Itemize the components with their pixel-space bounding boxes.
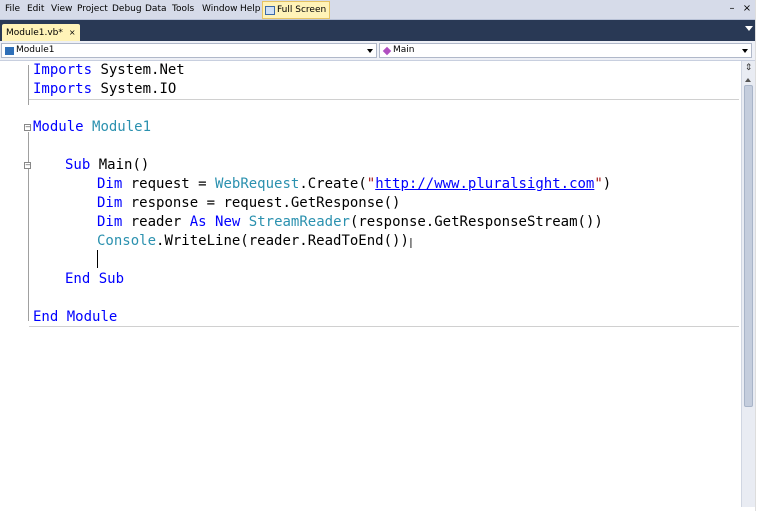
keyword: Sub xyxy=(65,157,91,173)
code-line-10: Console.WriteLine(reader.ReadToEnd()) xyxy=(97,232,409,251)
menu-project[interactable]: Project xyxy=(77,0,108,19)
text-caret xyxy=(97,250,98,268)
keyword: Sub xyxy=(98,271,125,287)
menu-bar: File Edit View Project Debug Data Tools … xyxy=(0,0,761,20)
separator-line xyxy=(29,99,739,100)
menu-data[interactable]: Data xyxy=(145,0,167,19)
keyword: Dim xyxy=(97,195,123,211)
indicator-margin xyxy=(0,61,22,507)
full-screen-label: Full Screen xyxy=(277,5,327,15)
code-line-4: Module Module1 xyxy=(33,118,151,137)
keyword: End xyxy=(65,271,91,287)
code-text: ) xyxy=(602,176,612,192)
document-tab-strip: Module1.vb* × xyxy=(0,20,761,41)
collapse-module-icon[interactable]: − xyxy=(24,124,31,131)
menu-edit[interactable]: Edit xyxy=(27,0,44,19)
navigation-bar: Module1 Main xyxy=(0,41,761,61)
chevron-down-icon xyxy=(367,49,373,53)
code-text: reader xyxy=(130,214,190,230)
url-link[interactable]: http://www.pluralsight.com xyxy=(375,176,594,192)
minimize-button[interactable]: – xyxy=(726,3,738,15)
code-text: System.Net xyxy=(100,62,185,78)
menu-help[interactable]: Help xyxy=(240,0,261,19)
code-text: System.IO xyxy=(100,81,177,97)
code-line-12: End Sub xyxy=(65,270,124,289)
scroll-up-icon[interactable] xyxy=(745,78,751,82)
vertical-scrollbar[interactable]: ⇕ xyxy=(741,61,755,507)
code-line-1: Imports System.Net xyxy=(33,61,185,80)
code-line-8: Dim response = request.GetResponse() xyxy=(97,194,400,213)
menu-tools[interactable]: Tools xyxy=(172,0,194,19)
module-icon xyxy=(5,46,14,55)
code-text: (response.GetResponseStream()) xyxy=(349,214,603,230)
keyword: Dim xyxy=(97,214,123,230)
type-name: Module1 xyxy=(92,119,152,135)
separator-line xyxy=(29,326,739,327)
code-text: .Create( xyxy=(299,176,367,192)
keyword: Imports xyxy=(33,62,93,78)
keyword: End xyxy=(33,309,59,325)
tab-close-icon[interactable]: × xyxy=(69,28,76,37)
method-icon xyxy=(382,46,392,55)
code-line-2: Imports System.IO xyxy=(33,80,176,99)
code-text: .WriteLine(reader.ReadToEnd()) xyxy=(156,233,409,249)
menu-view[interactable]: View xyxy=(51,0,72,19)
code-text: response = request.GetResponse() xyxy=(130,195,401,211)
menu-debug[interactable]: Debug xyxy=(112,0,142,19)
keyword: As xyxy=(189,214,207,230)
code-text: request = xyxy=(130,176,216,192)
tab-module1[interactable]: Module1.vb* × xyxy=(2,24,80,41)
code-line-6: Sub Main() xyxy=(65,156,149,175)
class-dropdown-value: Module1 xyxy=(16,45,55,55)
type-name: StreamReader xyxy=(248,214,350,230)
scrollbar-thumb[interactable] xyxy=(744,85,753,407)
close-window-button[interactable]: × xyxy=(741,3,753,15)
ibeam-cursor-icon: I xyxy=(409,237,413,252)
string-quote: " xyxy=(366,176,376,192)
member-dropdown[interactable]: Main xyxy=(379,43,752,58)
keyword: Dim xyxy=(97,176,123,192)
code-text: Main() xyxy=(98,157,150,173)
code-line-9: Dim reader As New StreamReader(response.… xyxy=(97,213,603,232)
full-screen-icon xyxy=(265,5,275,15)
keyword: Module xyxy=(66,309,118,325)
code-line-7: Dim request = WebRequest.Create("http://… xyxy=(97,175,611,194)
string-quote: " xyxy=(594,176,603,192)
full-screen-button[interactable]: Full Screen xyxy=(262,1,331,19)
type-name: WebRequest xyxy=(215,176,300,192)
class-dropdown[interactable]: Module1 xyxy=(1,43,377,58)
keyword: Imports xyxy=(33,81,93,97)
keyword: New xyxy=(215,214,241,230)
member-dropdown-value: Main xyxy=(393,45,415,55)
collapse-sub-icon[interactable]: − xyxy=(24,162,31,169)
menu-window[interactable]: Window xyxy=(202,0,238,19)
chevron-down-icon xyxy=(742,49,748,53)
tab-list-dropdown-icon[interactable] xyxy=(745,26,753,31)
menu-file[interactable]: File xyxy=(5,0,20,19)
window-edge xyxy=(755,0,761,511)
code-editor[interactable]: − − Imports System.Net Imports System.IO… xyxy=(0,61,741,507)
type-name: Console xyxy=(97,233,157,249)
keyword: Module xyxy=(33,119,84,135)
code-line-14: End Module xyxy=(33,308,117,327)
split-editor-icon[interactable]: ⇕ xyxy=(743,62,754,74)
tab-label: Module1.vb* xyxy=(6,28,63,38)
